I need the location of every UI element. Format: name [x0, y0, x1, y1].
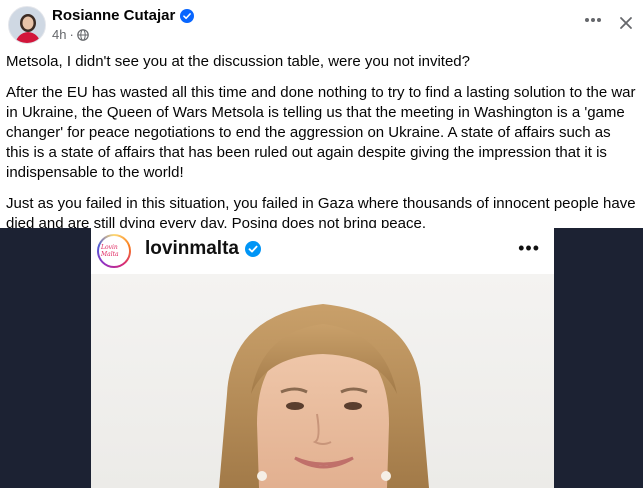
verified-badge-icon	[180, 8, 195, 23]
author-name[interactable]: Rosianne Cutajar	[52, 7, 175, 24]
embedded-account: lovinmalta	[145, 238, 261, 260]
author-avatar[interactable]	[8, 6, 46, 44]
embedded-photo	[91, 274, 554, 488]
meta-separator: ·	[69, 27, 74, 42]
embedded-post-header: Lovin Malta lovinmalta •••	[91, 228, 554, 274]
more-options-icon	[585, 18, 601, 22]
embedded-instagram-post[interactable]: Lovin Malta lovinmalta •••	[91, 228, 554, 488]
author: Rosianne Cutajar	[52, 7, 195, 24]
post-header: Rosianne Cutajar 4h ·	[0, 0, 643, 50]
post-paragraph: After the EU has wasted all this time an…	[6, 84, 636, 181]
close-icon	[620, 17, 632, 29]
post-media[interactable]: Lovin Malta lovinmalta •••	[0, 228, 643, 488]
portrait-image	[219, 304, 429, 488]
post-text: Metsola, I didn't see you at the discuss…	[6, 52, 636, 245]
more-options-button[interactable]	[581, 8, 605, 32]
post-paragraph: Metsola, I didn't see you at the discuss…	[6, 53, 470, 70]
embedded-avatar-logo: Lovin Malta	[101, 244, 119, 258]
post-meta: 4h ·	[52, 27, 89, 42]
embedded-account-avatar: Lovin Malta	[97, 234, 131, 268]
post-timestamp[interactable]: 4h	[52, 27, 66, 42]
embedded-account-name: lovinmalta	[145, 238, 239, 259]
close-button[interactable]	[611, 8, 641, 38]
verified-badge-icon	[244, 241, 261, 257]
globe-icon[interactable]	[77, 28, 89, 41]
embedded-more-icon: •••	[518, 238, 540, 258]
